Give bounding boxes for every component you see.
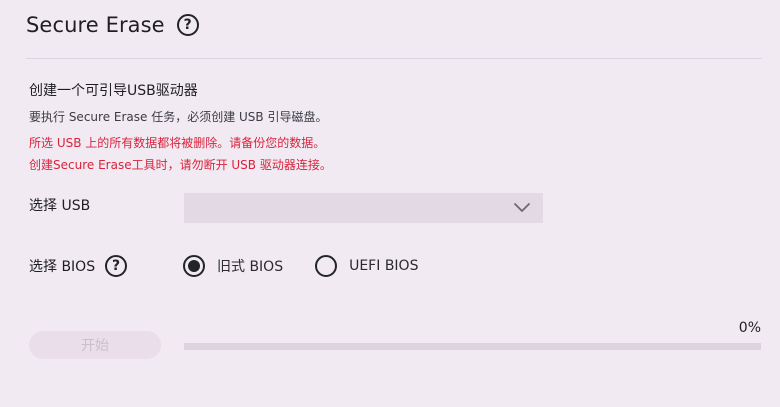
section-title: 创建一个可引导USB驱动器	[29, 83, 198, 99]
bios-label-row: 选择 BIOS ?	[29, 254, 128, 278]
chevron-down-icon[interactable]	[513, 198, 531, 216]
progress-percent: 0%	[738, 320, 761, 336]
start-button[interactable]: 开始	[29, 331, 161, 359]
warning-text: 所选 USB 上的所有数据都将被删除。请备份您的数据。	[29, 136, 326, 150]
header-divider	[26, 58, 762, 59]
usb-select-label: 选择 USB	[29, 198, 91, 214]
radio-label-uefi-bios: UEFI BIOS	[349, 258, 419, 274]
radio-dot	[188, 260, 200, 272]
progress-bar	[184, 343, 761, 350]
bios-radio-group: 旧式 BIOS UEFI BIOS	[183, 254, 418, 278]
bios-select-label: 选择 BIOS	[29, 259, 96, 275]
section-description: 要执行 Secure Erase 任务，必须创建 USB 引导磁盘。	[29, 110, 328, 124]
radio-button-unselected[interactable]	[315, 255, 338, 277]
warning-text: 创建Secure Erase工具时，请勿断开 USB 驱动器连接。	[29, 158, 332, 172]
radio-legacy-bios[interactable]: 旧式 BIOS	[183, 255, 283, 277]
question-circle-icon[interactable]: ?	[176, 14, 199, 36]
question-circle-icon[interactable]: ?	[105, 255, 128, 277]
radio-uefi-bios[interactable]: UEFI BIOS	[315, 255, 418, 277]
radio-button-selected[interactable]	[183, 255, 205, 277]
radio-label-legacy-bios: 旧式 BIOS	[217, 259, 284, 275]
usb-dropdown[interactable]	[184, 193, 543, 223]
page-title: Secure Erase	[26, 12, 165, 37]
header: Secure Erase ?	[26, 8, 199, 42]
